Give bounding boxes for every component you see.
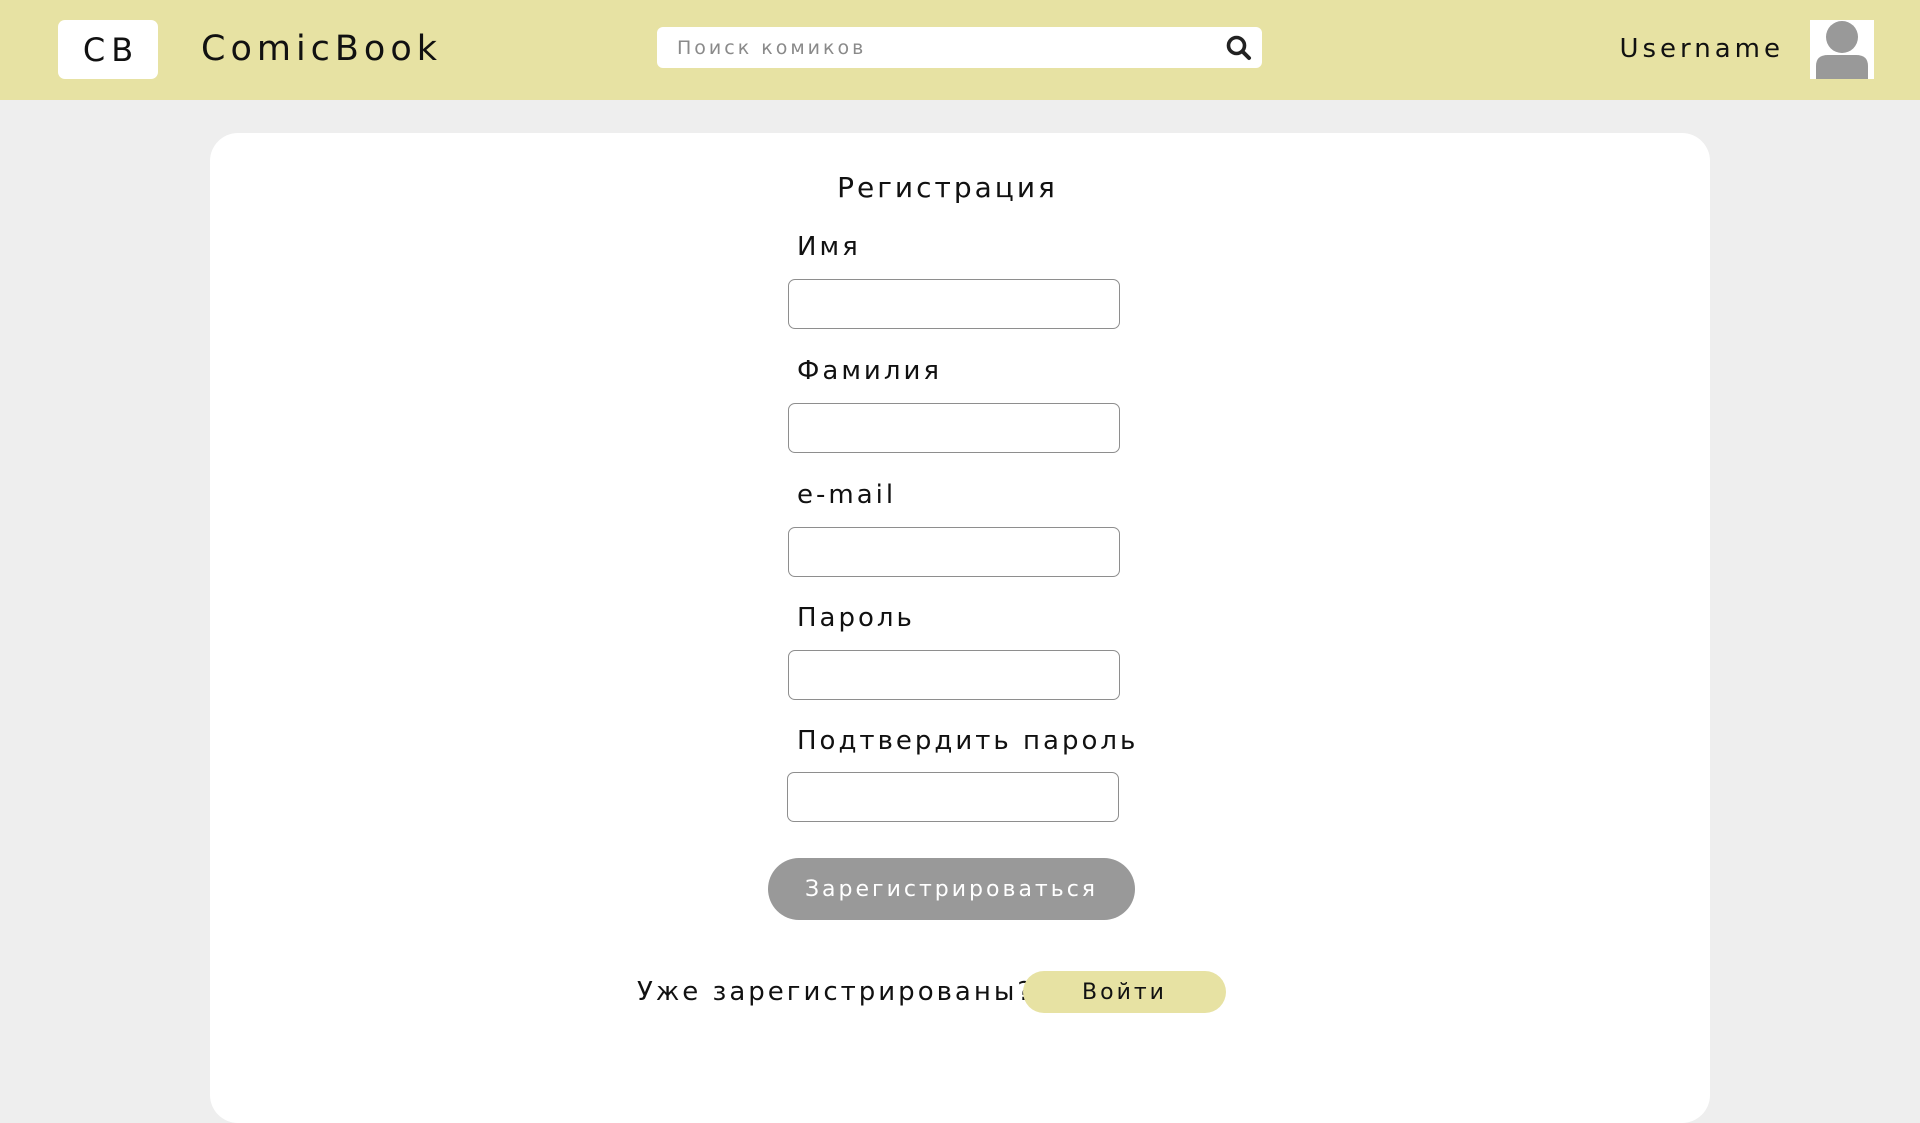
confirm-password-field[interactable] [787, 772, 1119, 822]
last-name-field[interactable] [788, 403, 1120, 453]
brand-name[interactable]: ComicBook [201, 26, 442, 72]
search-bar [657, 27, 1262, 68]
login-button[interactable]: Войти [1023, 971, 1226, 1013]
password-label: Пароль [797, 603, 915, 633]
confirm-password-label: Подтвердить пароль [797, 726, 1139, 756]
logo[interactable]: CB [58, 20, 158, 79]
search-input[interactable] [657, 27, 1217, 68]
user-avatar-icon[interactable] [1810, 20, 1874, 79]
last-name-label: Фамилия [797, 356, 942, 386]
email-label: e-mail [797, 480, 897, 510]
search-icon[interactable] [1224, 33, 1254, 63]
password-field[interactable] [788, 650, 1120, 700]
first-name-field[interactable] [788, 279, 1120, 329]
username[interactable]: Username [1619, 30, 1784, 68]
logo-text: CB [82, 30, 140, 69]
page-title: Регистрация [837, 171, 1058, 204]
top-header: CB ComicBook Username [0, 0, 1920, 100]
already-registered-text: Уже зарегистрированы? [637, 977, 1035, 1007]
register-button[interactable]: Зарегистрироваться [768, 858, 1135, 920]
email-field[interactable] [788, 527, 1120, 577]
first-name-label: Имя [797, 232, 861, 262]
